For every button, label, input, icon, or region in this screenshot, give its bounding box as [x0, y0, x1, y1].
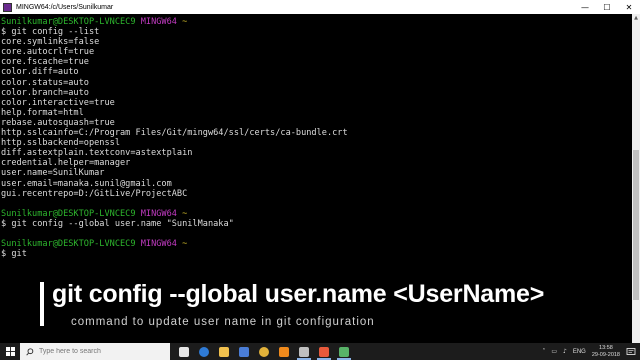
- language-indicator[interactable]: ENG: [573, 349, 586, 355]
- prompt-line: Sunilkumar@DESKTOP-LVNCEC9 MINGW64 ~: [1, 239, 632, 249]
- prompt-env: MINGW64: [140, 239, 177, 250]
- app-icon[interactable]: [314, 343, 334, 360]
- prompt-env: MINGW64: [140, 17, 177, 27]
- prompt-line: Sunilkumar@DESKTOP-LVNCEC9 MINGW64 ~: [1, 209, 632, 219]
- command-line: $ git: [1, 249, 27, 260]
- output-line: core.fscache=true: [1, 57, 89, 68]
- output-line: http.sslcainfo=C:/Program Files/Git/ming…: [1, 128, 348, 139]
- edge-icon-glyph: [199, 346, 209, 357]
- output-line: credential.helper=manager: [1, 158, 131, 169]
- output-line: color.status=auto: [1, 77, 89, 88]
- edge-icon[interactable]: [194, 343, 214, 360]
- terminal-scrollbar[interactable]: ▲: [632, 14, 640, 346]
- start-button[interactable]: [0, 343, 20, 360]
- close-button[interactable]: ✕: [618, 0, 640, 14]
- prompt-line: Sunilkumar@DESKTOP-LVNCEC9 MINGW64 ~: [1, 17, 632, 27]
- file-explorer-icon[interactable]: [214, 343, 234, 360]
- caption-headline: git config --global user.name <UserName>: [52, 280, 545, 308]
- vlc-icon[interactable]: [274, 343, 294, 360]
- taskbar-apps: [174, 343, 354, 360]
- output-line: help.format=html: [1, 107, 84, 118]
- output-line: color.diff=auto: [1, 67, 79, 78]
- output-line: gui.recentrepo=D:/GitLive/ProjectABC: [1, 188, 188, 199]
- scroll-up-icon[interactable]: ▲: [632, 14, 640, 22]
- clock-date: 29-09-2018: [591, 351, 620, 358]
- scrollbar-thumb[interactable]: [633, 150, 639, 300]
- output-line: diff.astextplain.textconv=astextplain: [1, 148, 193, 159]
- vlc-icon-glyph: [279, 346, 289, 357]
- prompt-path: ~: [182, 208, 188, 219]
- chrome-icon[interactable]: [254, 343, 274, 360]
- prompt-path: ~: [182, 239, 188, 250]
- command-line: $ git config --list: [1, 27, 100, 38]
- notification-icon[interactable]: [626, 347, 636, 357]
- output-line: core.symlinks=false: [1, 37, 100, 48]
- output-line: user.name=SunilKumar: [1, 168, 105, 179]
- gitkraken-icon[interactable]: [334, 343, 354, 360]
- clock-time: 13:58: [599, 344, 613, 351]
- tray-chevron-icon[interactable]: ˄: [542, 348, 545, 355]
- prompt-user: Sunilkumar@DESKTOP-LVNCEC9: [1, 239, 136, 250]
- minimize-button[interactable]: —: [574, 0, 596, 14]
- prompt-user: Sunilkumar@DESKTOP-LVNCEC9: [1, 208, 136, 219]
- prompt-user: Sunilkumar@DESKTOP-LVNCEC9: [1, 17, 136, 27]
- search-icon: [26, 347, 34, 356]
- system-tray: ˄ ▭ ♪ ENG 13:58 29-09-2018: [542, 343, 640, 360]
- output-line: color.branch=auto: [1, 87, 89, 98]
- chrome-icon-glyph: [259, 346, 269, 357]
- output-line: core.autocrlf=true: [1, 47, 95, 58]
- output-line: rebase.autosquash=true: [1, 117, 115, 128]
- window-title: MINGW64:/c/Users/Sunilkumar: [16, 3, 114, 11]
- output-line: user.email=manaka.sunil@gmail.com: [1, 178, 172, 189]
- git-bash-icon[interactable]: [294, 343, 314, 360]
- volume-icon[interactable]: ♪: [563, 348, 567, 355]
- output-line: http.sslbackend=openssl: [1, 138, 120, 149]
- store-icon[interactable]: [234, 343, 254, 360]
- window-title-bar[interactable]: MINGW64:/c/Users/Sunilkumar — ☐ ✕: [0, 0, 640, 14]
- file-explorer-icon-glyph: [219, 346, 229, 357]
- output-line: color.interactive=true: [1, 97, 115, 108]
- caption-subtitle: command to update user name in git confi…: [71, 316, 375, 328]
- caption-overlay: git config --global user.name <UserName>…: [40, 280, 630, 340]
- clock[interactable]: 13:58 29-09-2018: [592, 345, 620, 359]
- prompt-path: ~: [182, 17, 188, 27]
- window-controls: — ☐ ✕: [574, 0, 640, 14]
- taskbar-search[interactable]: [20, 343, 170, 360]
- network-icon[interactable]: ▭: [551, 348, 557, 355]
- prompt-env: MINGW64: [140, 208, 177, 219]
- windows-icon: [5, 347, 15, 356]
- task-view-icon-glyph: [179, 346, 189, 357]
- gitkraken-icon-glyph: [339, 346, 349, 357]
- task-view-icon[interactable]: [174, 343, 194, 360]
- mingw-app-icon: [3, 2, 12, 12]
- command-line: $ git config --global user.name "SunilMa…: [1, 218, 234, 229]
- maximize-button[interactable]: ☐: [596, 0, 618, 14]
- git-bash-icon-glyph: [299, 346, 309, 357]
- app-icon-glyph: [319, 346, 329, 357]
- caption-accent-bar: [40, 282, 44, 326]
- store-icon-glyph: [239, 346, 249, 357]
- search-input[interactable]: [39, 348, 159, 355]
